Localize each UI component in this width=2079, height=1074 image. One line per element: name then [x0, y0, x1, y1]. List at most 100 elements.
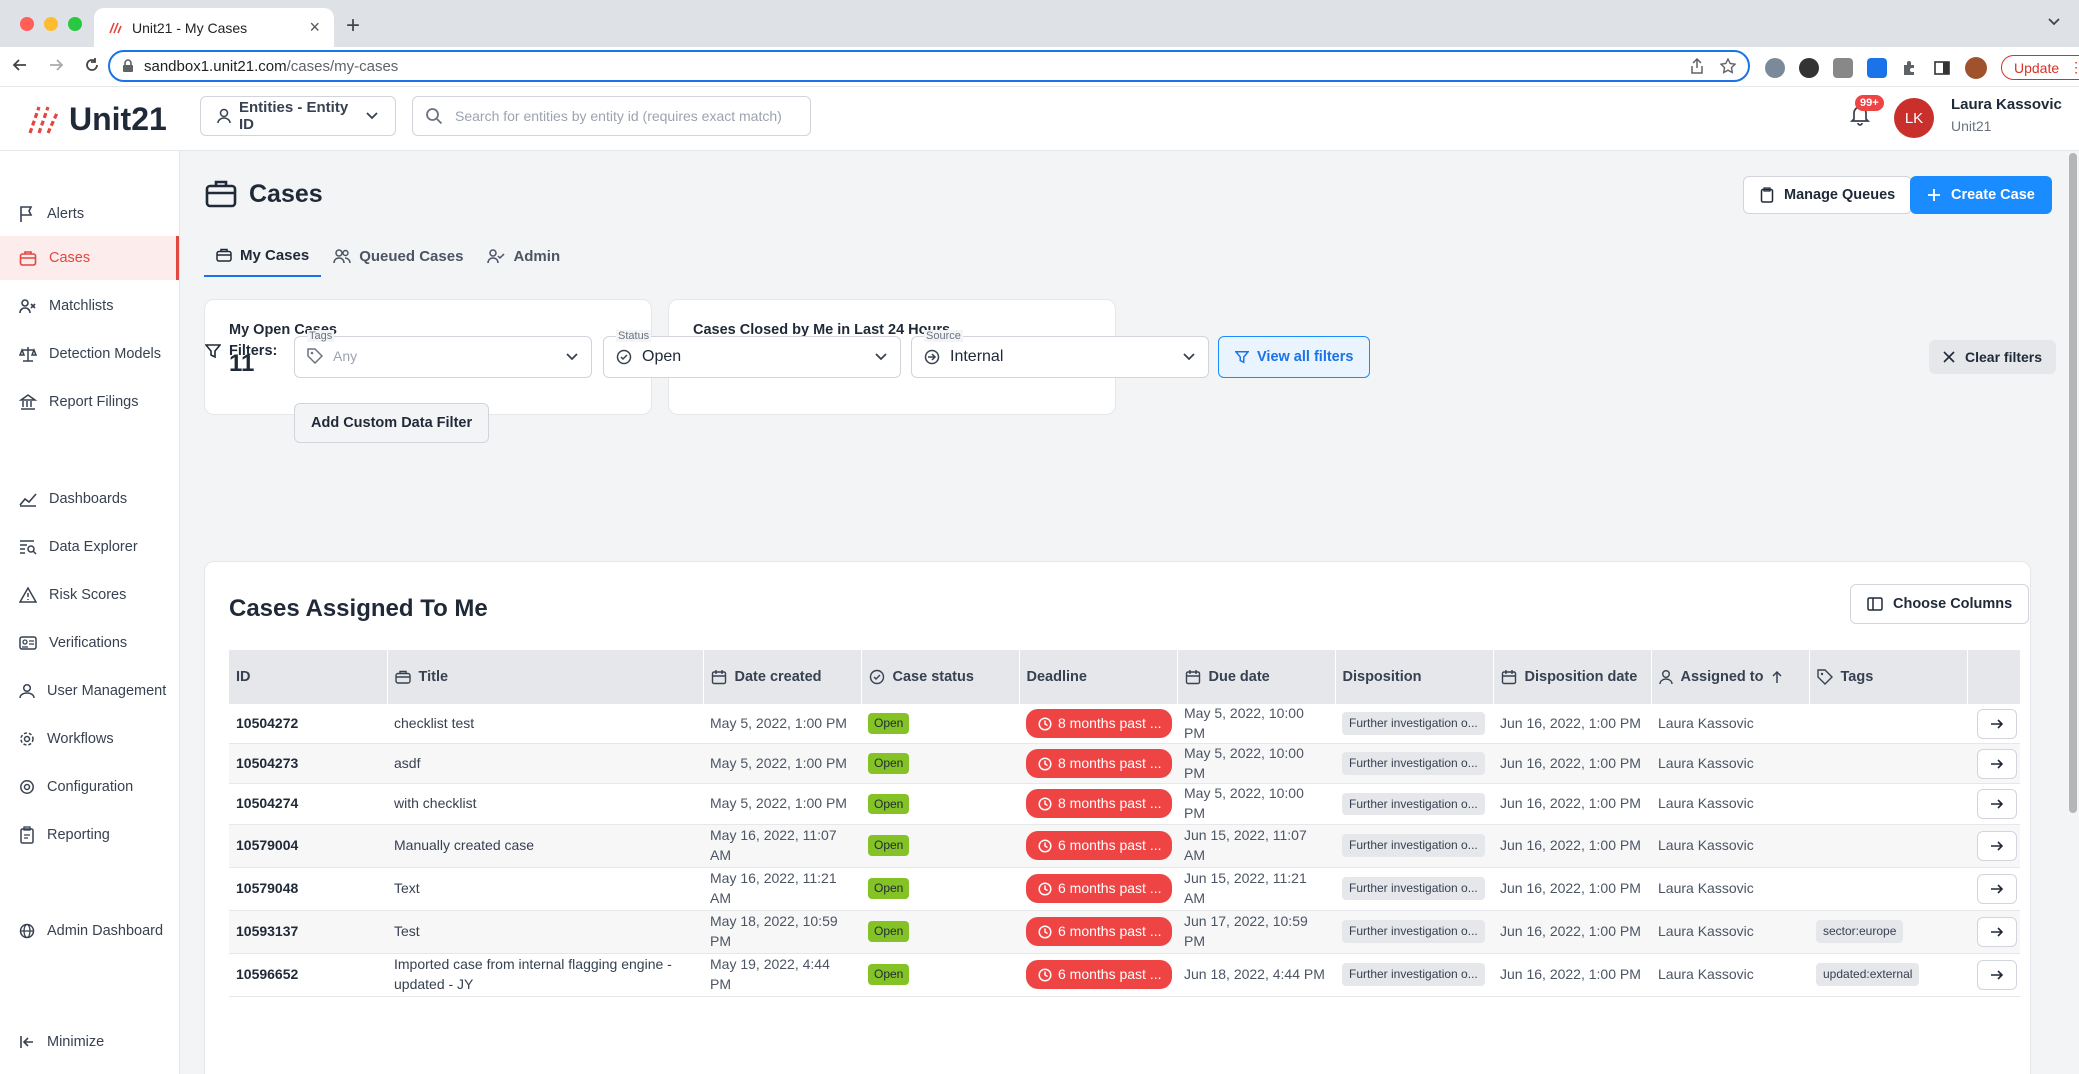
tag-badge[interactable]: sector:europe — [1816, 920, 1904, 943]
sidebar-item-detection-models[interactable]: Detection Models — [0, 332, 179, 376]
calendar-icon — [1185, 669, 1201, 685]
tag-badge[interactable]: updated:external — [1816, 963, 1920, 986]
tab-label: Queued Cases — [359, 247, 464, 265]
sidebar-item-matchlists[interactable]: Matchlists — [0, 284, 179, 328]
sidebar-item-data-explorer[interactable]: Data Explorer — [0, 525, 179, 569]
column-header-date-created[interactable]: Date created — [703, 650, 862, 704]
sidebar-item-dashboards[interactable]: Dashboards — [0, 477, 179, 521]
column-header-assigned-to[interactable]: Assigned to — [1651, 650, 1810, 704]
bookmark-star-icon[interactable] — [1720, 58, 1736, 74]
case-id-cell[interactable]: 10504272 — [229, 704, 387, 745]
case-title-cell[interactable]: Test — [387, 910, 703, 954]
back-icon[interactable] — [12, 57, 28, 73]
sidebar-item-configuration[interactable]: Configuration — [0, 765, 179, 809]
case-id-cell[interactable]: 10504274 — [229, 783, 387, 825]
column-header-tags[interactable]: Tags — [1809, 650, 1968, 704]
tab-queued-cases[interactable]: Queued Cases — [321, 235, 475, 277]
lock-icon[interactable] — [122, 59, 134, 73]
side-panel-icon[interactable] — [1933, 59, 1951, 77]
sidebar-item-reporting[interactable]: Reporting — [0, 813, 179, 857]
column-header-title[interactable]: Title — [387, 650, 704, 704]
case-id-cell[interactable]: 10579048 — [229, 867, 387, 911]
case-title-cell[interactable]: checklist test — [387, 704, 703, 745]
status-filter-select[interactable]: Status Open — [603, 330, 901, 378]
create-case-button[interactable]: Create Case — [1910, 176, 2052, 214]
page-scrollbar-thumb[interactable] — [2069, 153, 2077, 813]
open-case-arrow-button[interactable] — [1977, 708, 2017, 739]
manage-queues-button[interactable]: Manage Queues — [1743, 176, 1913, 214]
extension-1-icon[interactable] — [1765, 57, 1785, 78]
open-case-arrow-button[interactable] — [1977, 830, 2017, 861]
table-row[interactable]: 10504274 with checklist May 5, 2022, 1:00 … — [229, 783, 2020, 825]
case-title-cell[interactable]: Text — [387, 867, 703, 911]
sidebar-item-admin-dashboard[interactable]: Admin Dashboard — [0, 909, 179, 953]
new-tab-icon[interactable]: + — [346, 12, 360, 40]
table-row[interactable]: 10504273 asdf May 5, 2022, 1:00 PM Open 8 mo… — [229, 743, 2020, 785]
forward-icon[interactable] — [48, 57, 64, 73]
tab-search-chevron-icon[interactable] — [2047, 14, 2061, 28]
source-filter-select[interactable]: Source Internal — [911, 330, 1209, 378]
entity-type-select[interactable]: Entities - Entity ID — [200, 96, 396, 136]
extension-download-icon[interactable] — [1867, 57, 1887, 78]
open-case-arrow-button[interactable] — [1977, 916, 2017, 947]
share-icon[interactable] — [1690, 58, 1704, 74]
browser-profile-avatar[interactable] — [1965, 56, 1987, 79]
unit21-logo[interactable]: Unit21 — [27, 101, 167, 138]
table-row[interactable]: 10504272 checklist test May 5, 2022, 1:00 … — [229, 704, 2020, 745]
tab-admin[interactable]: Admin — [475, 235, 572, 277]
case-id-cell[interactable]: 10596652 — [229, 953, 387, 997]
column-header-due-date[interactable]: Due date — [1177, 650, 1336, 704]
user-avatar[interactable]: LK — [1894, 98, 1934, 138]
table-row[interactable]: 10593137 Test May 18, 2022, 10:59 PM Open 6 … — [229, 910, 2020, 954]
browser-tab[interactable]: Unit21 - My Cases × — [94, 8, 334, 47]
sidebar-item-risk-scores[interactable]: Risk Scores — [0, 573, 179, 617]
case-id-cell[interactable]: 10593137 — [229, 910, 387, 954]
sidebar-item-workflows[interactable]: Workflows — [0, 717, 179, 761]
column-header-id[interactable]: ID — [229, 650, 388, 704]
table-row[interactable]: 10579004 Manually created case May 16, 202… — [229, 824, 2020, 868]
entity-search-input[interactable] — [455, 108, 795, 124]
row-action-cell — [1967, 953, 2020, 997]
sort-ascending-icon[interactable] — [1771, 670, 1783, 684]
close-tab-icon[interactable]: × — [309, 17, 320, 38]
open-case-arrow-button[interactable] — [1977, 873, 2017, 904]
case-title-cell[interactable]: Manually created case — [387, 824, 703, 868]
extension-2-icon[interactable] — [1799, 57, 1819, 78]
extension-3-icon[interactable] — [1833, 57, 1853, 78]
sidebar-item-user-management[interactable]: User Management — [0, 669, 179, 713]
close-window-button[interactable] — [20, 17, 34, 31]
open-case-arrow-button[interactable] — [1977, 748, 2017, 779]
view-all-filters-button[interactable]: View all filters — [1218, 336, 1371, 378]
case-title-cell[interactable]: asdf — [387, 743, 703, 785]
tab-my-cases[interactable]: My Cases — [204, 235, 322, 277]
open-case-arrow-button[interactable] — [1977, 959, 2017, 990]
sidebar-item-verifications[interactable]: Verifications — [0, 621, 179, 665]
column-header-case-status[interactable]: Case status — [861, 650, 1020, 704]
table-row[interactable]: 10579048 Text May 16, 2022, 11:21 AM Open 6 … — [229, 867, 2020, 911]
case-title-cell[interactable]: Imported case from internal flagging eng… — [387, 953, 703, 997]
manage-queues-label: Manage Queues — [1784, 187, 1896, 203]
clear-filters-button[interactable]: Clear filters — [1929, 340, 2057, 374]
reload-icon[interactable] — [84, 57, 100, 73]
tags-filter-select[interactable]: Tags Any — [294, 330, 592, 378]
sidebar-minimize[interactable]: Minimize — [0, 1020, 179, 1064]
column-header-disposition-date[interactable]: Disposition date — [1493, 650, 1652, 704]
sidebar-item-cases[interactable]: Cases — [0, 236, 179, 280]
address-bar[interactable]: sandbox1.unit21.com/cases/my-cases — [108, 50, 1750, 82]
column-header-deadline[interactable]: Deadline — [1019, 650, 1178, 704]
column-header-disposition[interactable]: Disposition — [1335, 650, 1494, 704]
zoom-window-button[interactable] — [68, 17, 82, 31]
puzzle-extensions-icon[interactable] — [1901, 59, 1919, 77]
table-row[interactable]: 10596652 Imported case from internal flag… — [229, 953, 2020, 997]
sidebar-item-report-filings[interactable]: Report Filings — [0, 380, 179, 424]
case-id-cell[interactable]: 10579004 — [229, 824, 387, 868]
open-case-arrow-button[interactable] — [1977, 788, 2017, 819]
add-custom-data-filter-button[interactable]: Add Custom Data Filter — [294, 403, 490, 443]
browser-update-button[interactable]: Update ⋮ — [2001, 55, 2079, 80]
choose-columns-button[interactable]: Choose Columns — [1850, 584, 2030, 624]
sidebar-item-alerts[interactable]: Alerts — [0, 192, 179, 236]
minimize-window-button[interactable] — [44, 17, 58, 31]
case-id-cell[interactable]: 10504273 — [229, 743, 387, 785]
case-title-cell[interactable]: with checklist — [387, 783, 703, 825]
user-name[interactable]: Laura Kassovic — [1951, 96, 2062, 113]
